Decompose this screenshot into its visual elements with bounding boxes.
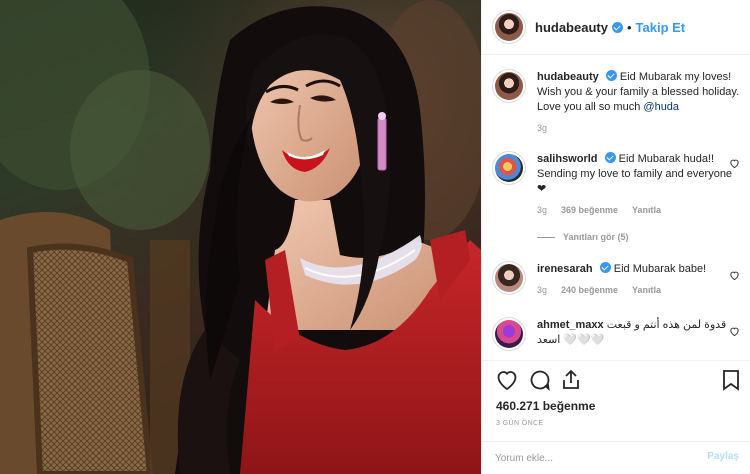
separator-dot: •	[626, 19, 632, 35]
comment-avatar[interactable]	[495, 320, 523, 348]
comment-likes[interactable]: 240 beğenme	[561, 285, 618, 295]
add-comment-bar: Paylaş	[482, 441, 750, 473]
comment-username[interactable]: ahmet_maxx	[537, 319, 604, 331]
comment-like-heart-icon[interactable]	[729, 158, 740, 169]
comment-item: irenesarah Eid Mubarak babe! 3g 240 beğe…	[495, 262, 740, 295]
comment-item: salihsworld Eid Mubarak huda!! Sending m…	[495, 152, 740, 215]
comment-body: irenesarah Eid Mubarak babe!	[537, 262, 740, 277]
comment-time[interactable]: 3g	[537, 205, 547, 215]
verified-badge-icon	[611, 21, 623, 33]
comment-avatar[interactable]	[495, 264, 523, 292]
comment-username[interactable]: salihsworld	[537, 153, 598, 165]
caption-comment: hudabeauty Eid Mubarak my loves! Wish yo…	[495, 70, 740, 133]
post-comment-button[interactable]: Paylaş	[707, 451, 739, 462]
post-photo[interactable]	[0, 0, 481, 474]
reply-button[interactable]: Yanıtla	[632, 285, 661, 295]
bookmark-icon[interactable]	[720, 368, 742, 392]
share-upload-icon[interactable]	[559, 368, 583, 392]
comment-avatar[interactable]	[495, 154, 523, 182]
comment-username[interactable]: hudabeauty	[537, 71, 599, 83]
comment-input[interactable]	[495, 450, 685, 466]
like-heart-icon[interactable]	[495, 368, 519, 392]
comments-list[interactable]: hudabeauty Eid Mubarak my loves! Wish yo…	[482, 56, 750, 360]
comment-like-heart-icon[interactable]	[729, 326, 740, 337]
comment-like-heart-icon[interactable]	[729, 270, 740, 281]
post-actions: 460.271 beğenme 3 GÜN ÖNCE Paylaş	[482, 360, 750, 472]
comment-meta: 3g 240 beğenme Yanıtla	[537, 285, 740, 295]
author-avatar[interactable]	[495, 13, 523, 41]
comment-text: Eid Mubarak babe!	[613, 263, 707, 275]
view-replies-label: Yanıtları gör (5)	[563, 232, 629, 242]
replies-divider	[537, 236, 555, 238]
comment-body: ahmet_maxx قدوة لمن هذه أنتم و قبعت اسعد…	[537, 318, 740, 348]
comment-mention-link[interactable]: @huda	[643, 101, 679, 113]
action-icons	[495, 368, 740, 394]
comment-likes[interactable]: 369 beğenme	[561, 205, 618, 215]
comment-time[interactable]: 3g	[537, 285, 547, 295]
post-photo-illustration	[0, 0, 481, 474]
follow-button[interactable]: Takip Et	[636, 20, 686, 35]
post-side-panel: hudabeauty • Takip Et hudabeauty Eid Mub…	[481, 0, 750, 474]
verified-badge-icon	[599, 262, 611, 273]
comment-username[interactable]: irenesarah	[537, 263, 593, 275]
view-replies-button[interactable]: Yanıtları gör (5)	[537, 232, 629, 242]
author-username[interactable]: hudabeauty	[535, 20, 608, 35]
posted-time[interactable]: 3 GÜN ÖNCE	[496, 420, 544, 427]
comment-body: hudabeauty Eid Mubarak my loves! Wish yo…	[537, 70, 740, 115]
reply-button[interactable]: Yanıtla	[632, 205, 661, 215]
post-header: hudabeauty • Takip Et	[482, 0, 750, 55]
comment-meta: 3g 369 beğenme Yanıtla	[537, 205, 740, 215]
comment-time[interactable]: 3g	[537, 123, 547, 133]
comment-item: ahmet_maxx قدوة لمن هذه أنتم و قبعت اسعد…	[495, 318, 740, 348]
comment-avatar[interactable]	[495, 72, 523, 100]
comment-body: salihsworld Eid Mubarak huda!! Sending m…	[537, 152, 740, 197]
comment-bubble-icon[interactable]	[528, 368, 552, 392]
comment-meta: 3g	[537, 123, 740, 133]
chair	[0, 212, 190, 474]
like-count[interactable]: 460.271 beğenme	[496, 399, 595, 413]
verified-badge-icon	[604, 152, 616, 163]
verified-badge-icon	[605, 70, 617, 81]
